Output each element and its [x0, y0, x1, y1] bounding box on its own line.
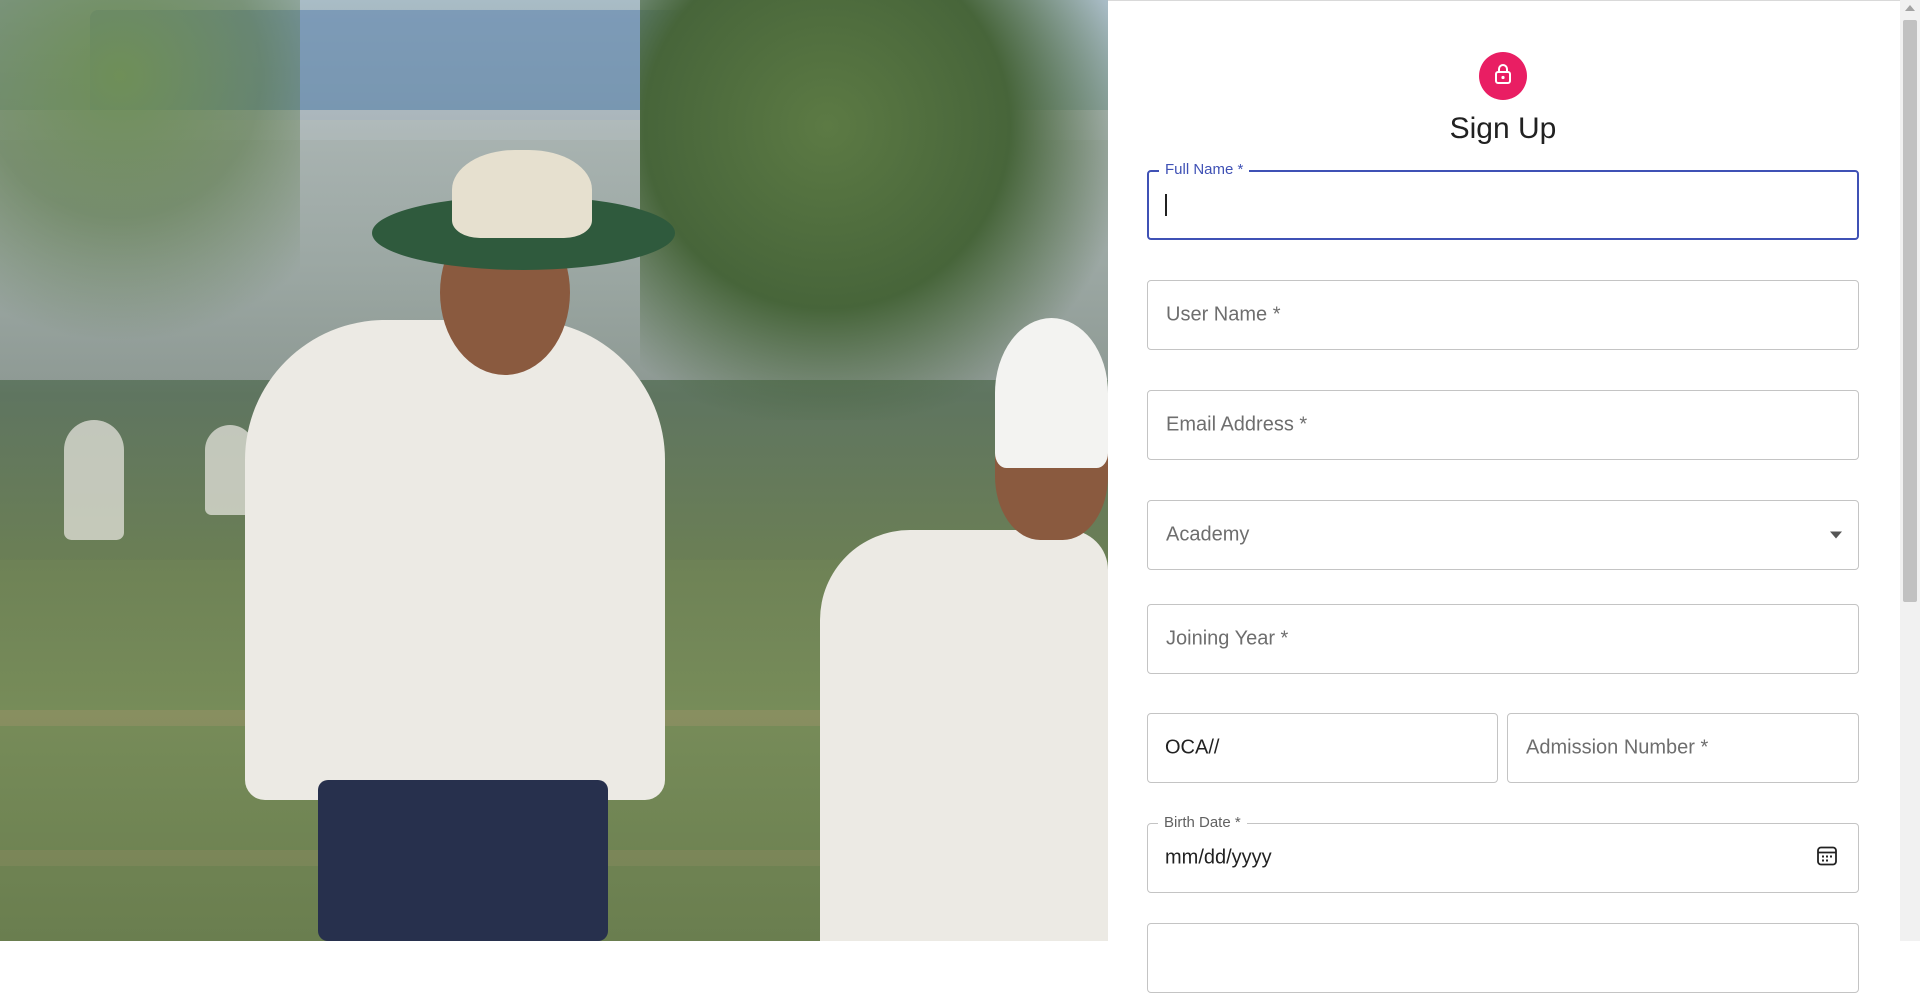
scrollbar[interactable] [1900, 0, 1920, 941]
joining-year-field[interactable]: Joining Year * [1147, 604, 1859, 674]
admission-prefix-field[interactable]: OCA// [1147, 713, 1498, 783]
photo-umpire-shorts [318, 780, 608, 941]
admission-number-placeholder: Admission Number * [1526, 736, 1709, 759]
full-name-label: Full Name * [1159, 161, 1250, 179]
page-title: Sign Up [1449, 112, 1557, 145]
scroll-up-icon[interactable] [1905, 5, 1915, 11]
birth-date-value: mm/dd/yyyy [1165, 846, 1272, 869]
email-field[interactable]: Email Address * [1147, 390, 1859, 460]
chevron-down-icon[interactable] [1830, 531, 1842, 539]
photo-bg-player [64, 420, 124, 540]
lock-icon [1491, 62, 1515, 91]
user-name-placeholder: User Name * [1166, 303, 1281, 326]
photo-player-cap [995, 318, 1108, 468]
photo-umpire-hat [452, 150, 592, 238]
photo-umpire-shirt [245, 320, 665, 800]
birth-date-field[interactable]: Birth Date * mm/dd/yyyy [1147, 814, 1859, 893]
calendar-icon[interactable] [1816, 845, 1838, 872]
scrollbar-thumb[interactable] [1903, 20, 1917, 602]
academy-select[interactable]: Academy [1147, 500, 1859, 570]
full-name-field[interactable]: Full Name * [1147, 161, 1859, 240]
text-caret [1165, 194, 1167, 216]
photo-trees-left [0, 0, 300, 380]
lock-avatar [1479, 52, 1527, 100]
email-placeholder: Email Address * [1166, 413, 1308, 436]
birth-date-label: Birth Date * [1158, 814, 1247, 832]
admission-number-field[interactable]: Admission Number * [1507, 713, 1859, 783]
photo-player-shirt [820, 530, 1108, 941]
admission-prefix-value: OCA// [1165, 736, 1220, 759]
next-field[interactable] [1147, 923, 1859, 993]
joining-year-placeholder: Joining Year * [1166, 627, 1289, 650]
background-photo [0, 0, 1108, 941]
user-name-field[interactable]: User Name * [1147, 280, 1859, 350]
academy-placeholder: Academy [1166, 523, 1250, 546]
